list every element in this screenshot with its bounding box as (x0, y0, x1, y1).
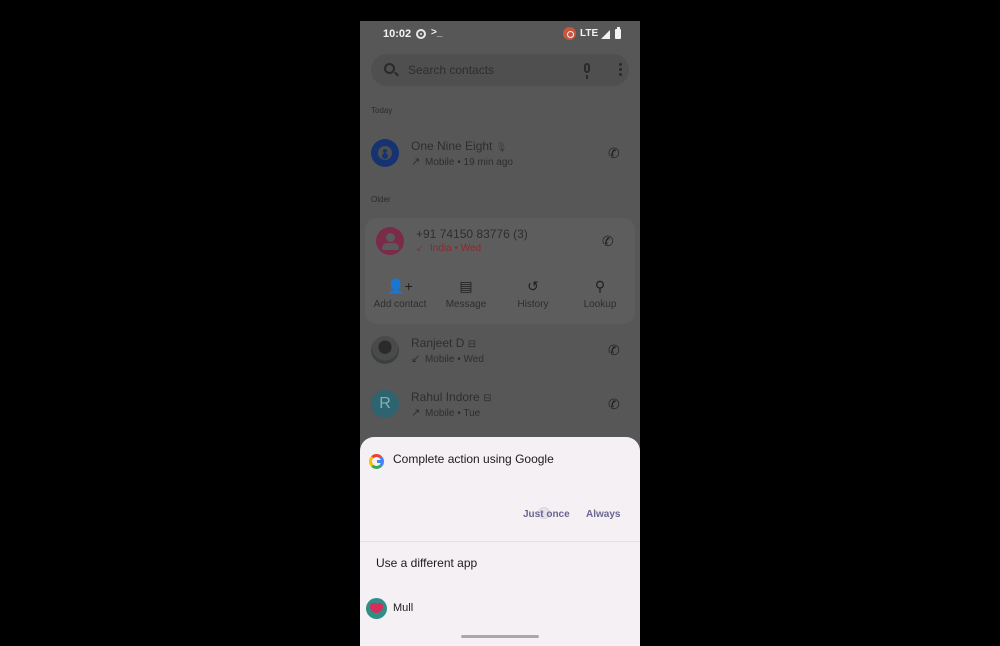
call-detail: ↗ Mobile • 19 min ago (411, 156, 513, 168)
message-button[interactable]: ▤ Message (432, 278, 500, 310)
phone-call-icon[interactable]: ✆ (608, 342, 620, 359)
add-contact-button[interactable]: 👤+ Add contact (366, 278, 434, 310)
section-today: Today (371, 106, 393, 115)
phone-call-icon[interactable]: ✆ (608, 145, 620, 162)
search-icon (384, 63, 395, 74)
person-search-icon: ⚲ (594, 278, 606, 294)
voicemail-mic-icon: 🎙 (495, 142, 508, 152)
message-icon: ▤ (459, 278, 473, 294)
call-name: Rahul Indore ⊟ (411, 390, 492, 404)
contact-photo[interactable] (371, 336, 399, 364)
call-name: Ranjeet D ⊟ (411, 336, 477, 350)
phone-call-icon[interactable]: ✆ (602, 233, 614, 250)
sheet-title: Complete action using Google (393, 452, 554, 466)
battery-icon (615, 27, 621, 39)
terminal-icon: >_ (431, 27, 443, 38)
mull-app-option[interactable]: Mull (393, 602, 413, 614)
call-row[interactable]: +91 74150 83776 (3) ↙ India • Wed ✆ (360, 227, 640, 273)
call-actions: 👤+ Add contact ▤ Message ↺ History ⚲ Loo… (365, 278, 635, 318)
search-input[interactable]: Search contacts (408, 63, 494, 77)
sim-icon: ⊟ (467, 339, 477, 350)
call-name: +91 74150 83776 (3) (416, 227, 528, 241)
history-button[interactable]: ↺ History (499, 278, 567, 310)
history-icon: ↺ (527, 278, 539, 294)
mic-icon[interactable] (584, 63, 590, 79)
always-button[interactable]: Always (586, 509, 620, 520)
status-time: 10:02 (383, 28, 412, 40)
outgoing-call-icon: ↗ (411, 156, 421, 168)
just-once-button[interactable]: Just once (523, 509, 570, 520)
network-type: LTE (580, 28, 599, 39)
call-detail: ↙ Mobile • Wed (411, 353, 484, 365)
contact-avatar[interactable] (376, 227, 404, 255)
call-name: One Nine Eight 🎙 (411, 139, 508, 153)
outgoing-call-icon: ↗ (411, 407, 421, 419)
phone-call-icon[interactable]: ✆ (608, 396, 620, 413)
signal-icon (601, 30, 610, 39)
google-logo-icon (369, 454, 384, 469)
contact-avatar[interactable]: R (371, 390, 399, 418)
call-detail: ↗ Mobile • Tue (411, 407, 481, 419)
status-bar: 10:02 >_ LTE (360, 21, 640, 47)
screen-record-icon (416, 29, 426, 39)
use-different-app-heading: Use a different app (376, 556, 478, 570)
search-bar[interactable]: Search contacts (371, 54, 629, 86)
mull-app-icon[interactable] (366, 598, 387, 619)
call-row[interactable]: One Nine Eight 🎙 ↗ Mobile • 19 min ago ✆ (360, 139, 640, 185)
incoming-call-icon: ↙ (411, 353, 421, 365)
more-vert-icon[interactable] (619, 63, 622, 76)
lookup-button[interactable]: ⚲ Lookup (566, 278, 634, 310)
app-chooser-sheet: Complete action using Google Just once A… (360, 437, 640, 646)
divider (360, 541, 640, 542)
phone-screen: 10:02 >_ LTE Search contacts Today One N… (360, 21, 640, 646)
call-row[interactable]: R Rahul Indore ⊟ ↗ Mobile • Tue ✆ (360, 390, 640, 436)
person-add-icon: 👤+ (387, 278, 413, 294)
call-detail: ↙ India • Wed (416, 243, 482, 254)
cast-icon (563, 27, 576, 40)
missed-call-icon: ↙ (416, 243, 424, 253)
section-older: Older (371, 195, 391, 204)
expanded-call-card[interactable]: +91 74150 83776 (3) ↙ India • Wed ✆ 👤+ Ad… (365, 218, 635, 324)
call-row[interactable]: Ranjeet D ⊟ ↙ Mobile • Wed ✆ (360, 336, 640, 382)
sim-icon: ⊟ (483, 393, 492, 404)
contact-avatar[interactable] (371, 139, 399, 167)
gesture-nav-handle[interactable] (461, 635, 539, 638)
